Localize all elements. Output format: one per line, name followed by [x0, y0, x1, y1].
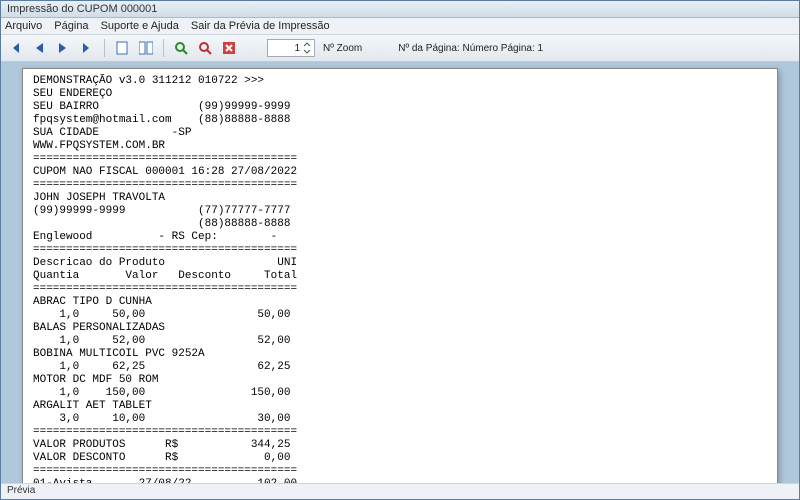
menu-pagina[interactable]: Página — [54, 20, 88, 32]
receipt-separator: ======================================== — [33, 244, 297, 256]
window-titlebar: Impressão do CUPOM 000001 — [1, 1, 799, 18]
toolbar: 1 Nº Zoom Nº da Página: Número Página: 1 — [1, 35, 799, 62]
receipt-line: ABRAC TIPO D CUNHA — [33, 296, 152, 308]
receipt-separator: ======================================== — [33, 153, 297, 165]
receipt-line: JOHN JOSEPH TRAVOLTA — [33, 192, 165, 204]
receipt-line: SEU BAIRRO (99)99999-9999 — [33, 101, 290, 113]
zoom-label: Nº Zoom — [323, 43, 362, 54]
receipt-line: SUA CIDADE -SP — [33, 127, 191, 139]
receipt-line: 1,0 50,00 50,00 — [33, 309, 290, 321]
menu-sair[interactable]: Sair da Prévia de Impressão — [191, 20, 330, 32]
receipt-line: (99)99999-9999 (77)77777-7777 — [33, 205, 290, 217]
preview-workspace: DEMONSTRAÇÃO v3.0 311212 010722 >>> SEU … — [1, 62, 799, 483]
multi-page-icon[interactable] — [136, 38, 156, 58]
first-page-button[interactable] — [5, 38, 25, 58]
zoom-value-input[interactable]: 1 — [267, 39, 315, 57]
receipt-line: 1,0 62,25 62,25 — [33, 361, 290, 373]
receipt-line: Englewood - RS Cep: - — [33, 231, 277, 243]
zoom-value: 1 — [294, 43, 300, 54]
print-preview-window: Impressão do CUPOM 000001 Arquivo Página… — [0, 0, 800, 500]
receipt-line: DEMONSTRAÇÃO v3.0 311212 010722 >>> — [33, 75, 264, 87]
statusbar: Prévia — [1, 483, 799, 499]
receipt-line: 1,0 150,00 150,00 — [33, 387, 290, 399]
receipt-line: VALOR PRODUTOS R$ 344,25 — [33, 439, 290, 451]
menubar: Arquivo Página Suporte e Ajuda Sair da P… — [1, 18, 799, 35]
menu-suporte[interactable]: Suporte e Ajuda — [101, 20, 179, 32]
receipt-line: fpqsystem@hotmail.com (88)88888-8888 — [33, 114, 290, 126]
receipt-separator: ======================================== — [33, 283, 297, 295]
receipt-line: BALAS PERSONALIZADAS — [33, 322, 165, 334]
receipt-line: CUPOM NAO FISCAL 000001 16:28 27/08/2022 — [33, 166, 297, 178]
status-label: Prévia — [7, 485, 35, 496]
receipt-line: (88)88888-8888 — [33, 218, 290, 230]
window-title: Impressão do CUPOM 000001 — [7, 3, 157, 15]
receipt-line: Descricao do Produto UNI — [33, 257, 297, 269]
receipt-line: ARGALIT AET TABLET — [33, 400, 152, 412]
receipt-separator: ======================================== — [33, 426, 297, 438]
receipt-line: WWW.FPQSYSTEM.COM.BR — [33, 140, 165, 152]
receipt-separator: ======================================== — [33, 465, 297, 477]
receipt-page: DEMONSTRAÇÃO v3.0 311212 010722 >>> SEU … — [22, 68, 778, 483]
toolbar-separator — [104, 39, 105, 57]
receipt-line: VALOR DESCONTO R$ 0,00 — [33, 452, 290, 464]
single-page-icon[interactable] — [112, 38, 132, 58]
page-number-label: Nº da Página: Número Página: 1 — [398, 43, 543, 54]
zoom-in-icon[interactable] — [171, 38, 191, 58]
prev-page-button[interactable] — [29, 38, 49, 58]
receipt-separator: ======================================== — [33, 179, 297, 191]
receipt-line: 3,0 10,00 30,00 — [33, 413, 290, 425]
receipt-line: 1,0 52,00 52,00 — [33, 335, 290, 347]
next-page-button[interactable] — [53, 38, 73, 58]
zoom-out-icon[interactable] — [195, 38, 215, 58]
toolbar-separator — [163, 39, 164, 57]
receipt-line: SEU ENDEREÇO — [33, 88, 112, 100]
last-page-button[interactable] — [77, 38, 97, 58]
menu-arquivo[interactable]: Arquivo — [5, 20, 42, 32]
receipt-line: MOTOR DC MDF 50 ROM — [33, 374, 158, 386]
receipt-line: BOBINA MULTICOIL PVC 9252A — [33, 348, 205, 360]
receipt-line: Quantia Valor Desconto Total — [33, 270, 297, 282]
receipt-line: 01-Avista 27/08/22 102,00 — [33, 478, 297, 483]
close-preview-icon[interactable] — [219, 38, 239, 58]
